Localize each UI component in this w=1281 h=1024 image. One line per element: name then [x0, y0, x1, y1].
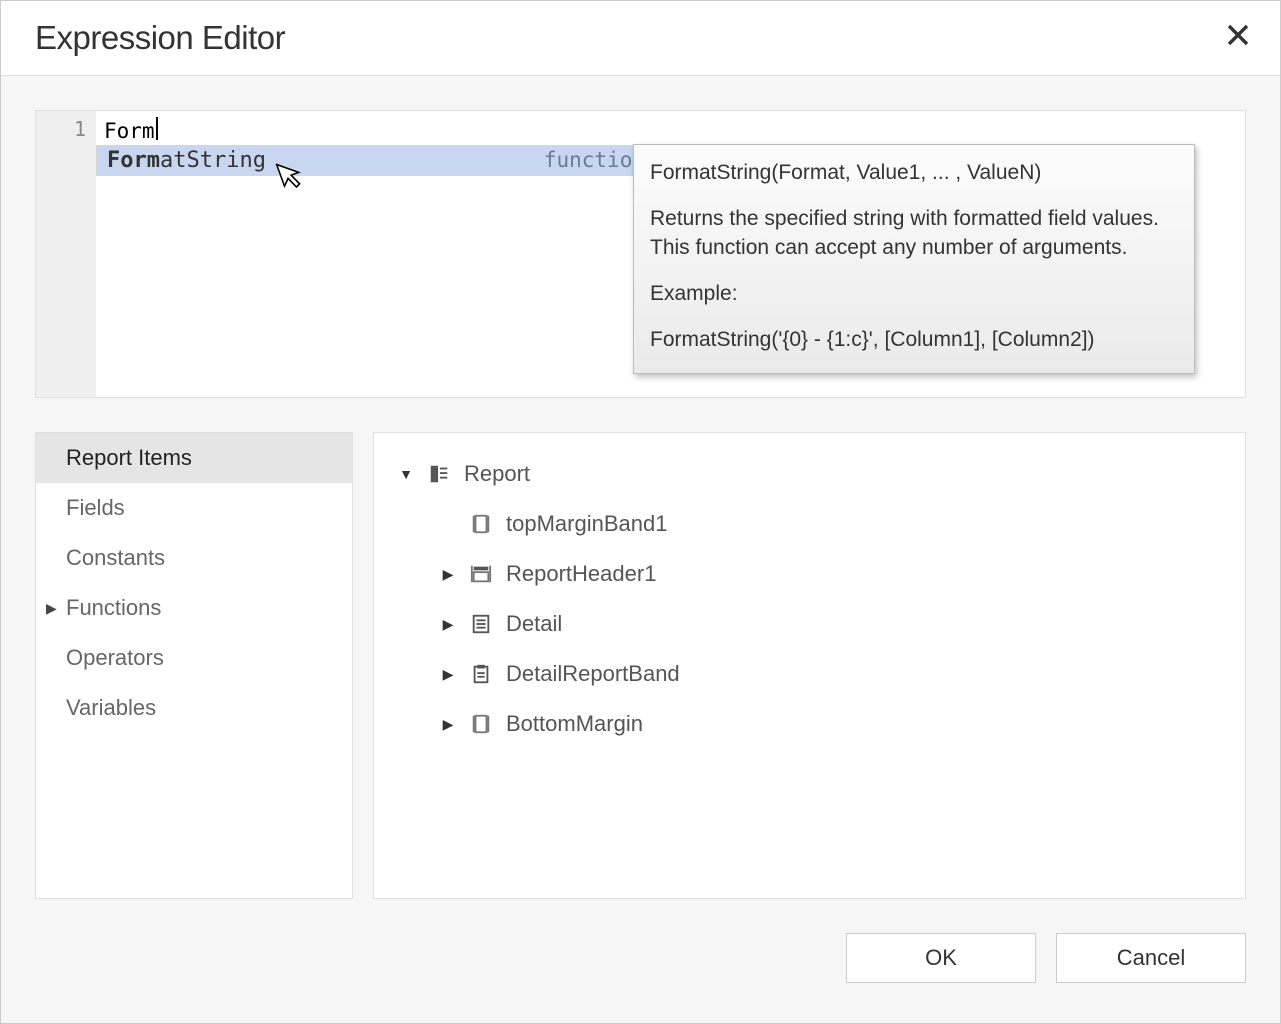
- dialog-body: 1 Form FormatString function FormatStrin…: [1, 76, 1280, 1023]
- margin-icon: [470, 513, 492, 535]
- ok-button[interactable]: OK: [846, 933, 1036, 983]
- tree-node-label: Detail: [506, 611, 562, 637]
- autocomplete-item-label: FormatString: [107, 148, 266, 173]
- tree-panel: ▼ Report top: [373, 432, 1246, 899]
- category-list: Report Items Fields Constants ▶ Function…: [36, 433, 352, 733]
- category-item-fields[interactable]: Fields: [36, 483, 352, 533]
- category-item-report-items[interactable]: Report Items: [36, 433, 352, 483]
- autocomplete-item-kind: function: [544, 148, 645, 172]
- doc-description: Returns the specified string with format…: [650, 205, 1178, 262]
- chevron-right-icon: ▶: [440, 666, 456, 683]
- browser-panels: Report Items Fields Constants ▶ Function…: [35, 432, 1246, 899]
- category-label: Report Items: [66, 445, 192, 471]
- code-text: Form: [104, 119, 155, 143]
- tree-node-label: Report: [464, 461, 530, 487]
- report-icon: [428, 463, 450, 485]
- chevron-right-icon: ▶: [440, 616, 456, 633]
- text-caret: [156, 117, 158, 140]
- cancel-button[interactable]: Cancel: [1056, 933, 1246, 983]
- detail-icon: [470, 613, 492, 635]
- doc-signature: FormatString(Format, Value1, ... , Value…: [650, 159, 1178, 187]
- dialog-header: Expression Editor: [1, 1, 1280, 76]
- tree-node-label: DetailReportBand: [506, 661, 680, 687]
- tree-node-report[interactable]: ▼ Report: [398, 449, 1221, 499]
- tree-node-topmarginband1[interactable]: topMarginBand1: [440, 499, 1221, 549]
- tree-node-bottommargin[interactable]: ▶ BottomMargin: [440, 699, 1221, 749]
- category-item-constants[interactable]: Constants: [36, 533, 352, 583]
- function-doc-tooltip: FormatString(Format, Value1, ... , Value…: [633, 144, 1195, 374]
- category-item-operators[interactable]: Operators: [36, 633, 352, 683]
- code-editor[interactable]: 1 Form FormatString function FormatStrin…: [35, 110, 1246, 398]
- band-icon: [470, 563, 492, 585]
- clipboard-icon: [470, 663, 492, 685]
- autocomplete-item[interactable]: FormatString function: [97, 146, 655, 175]
- line-number: 1: [74, 117, 86, 141]
- tree-node-detail[interactable]: ▶ Detail: [440, 599, 1221, 649]
- chevron-right-icon: ▶: [440, 716, 456, 733]
- tree-node-detailreportband[interactable]: ▶ DetailReportBand: [440, 649, 1221, 699]
- report-tree: ▼ Report top: [398, 449, 1221, 749]
- close-icon[interactable]: [1226, 23, 1250, 53]
- margin-icon: [470, 713, 492, 735]
- chevron-down-icon: ▼: [398, 466, 414, 482]
- category-label: Fields: [66, 495, 125, 521]
- tree-node-reportheader1[interactable]: ▶ ReportHeader1: [440, 549, 1221, 599]
- category-panel: Report Items Fields Constants ▶ Function…: [35, 432, 353, 899]
- category-label: Operators: [66, 645, 164, 671]
- dialog-footer: OK Cancel: [1, 933, 1280, 1023]
- category-label: Variables: [66, 695, 156, 721]
- category-label: Functions: [66, 595, 161, 621]
- doc-example-label: Example:: [650, 280, 1178, 308]
- autocomplete-popup: FormatString function: [96, 145, 656, 176]
- category-item-functions[interactable]: ▶ Functions: [36, 583, 352, 633]
- tree-node-label: ReportHeader1: [506, 561, 656, 587]
- doc-example-code: FormatString('{0} - {1:c}', [Column1], […: [650, 326, 1178, 354]
- tree-node-label: BottomMargin: [506, 711, 643, 737]
- chevron-right-icon: ▶: [440, 566, 456, 583]
- line-gutter: 1: [36, 111, 96, 397]
- tree-node-label: topMarginBand1: [506, 511, 667, 537]
- dialog-title: Expression Editor: [35, 19, 285, 57]
- category-item-variables[interactable]: Variables: [36, 683, 352, 733]
- category-label: Constants: [66, 545, 165, 571]
- expression-editor-dialog: Expression Editor 1 Form FormatString fu…: [0, 0, 1281, 1024]
- chevron-right-icon: ▶: [46, 600, 57, 617]
